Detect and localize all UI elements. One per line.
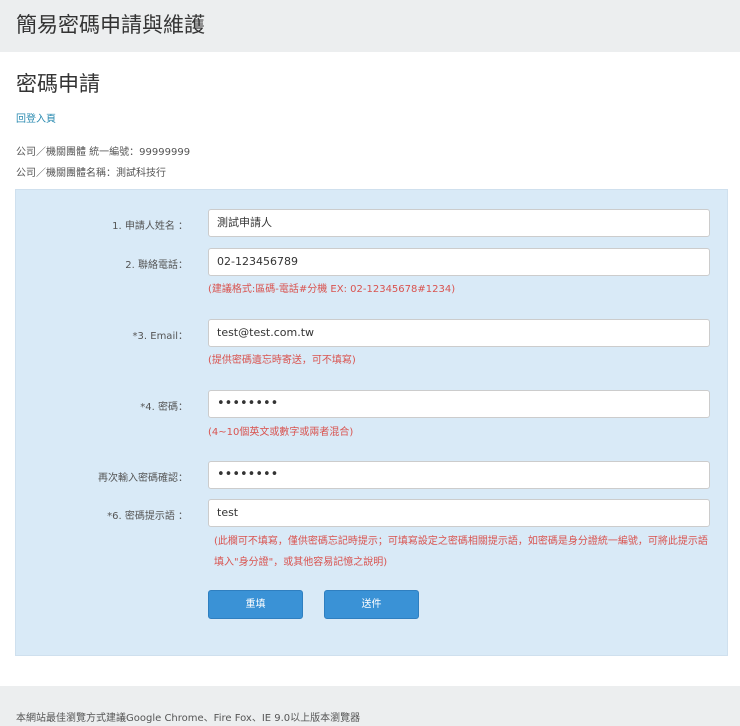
phone-label: 2. 聯絡電話：	[125, 260, 188, 271]
company-id: 公司／機關團體 統一編號：99999999	[16, 147, 191, 158]
password-hint-input[interactable]: test	[208, 499, 710, 527]
applicant-name-input[interactable]: 測試申請人	[208, 209, 710, 237]
password-input[interactable]: ••••••••	[208, 390, 710, 418]
confirm-password-label: 再次輸入密碼確認：	[98, 473, 188, 484]
password-label: *4. 密碼：	[140, 402, 188, 413]
site-title: 簡易密碼申請與維護	[16, 13, 205, 37]
site-header: 簡易密碼申請與維護	[0, 0, 740, 52]
browser-recommendation: 本網站最佳瀏覽方式建議Google Chrome、Fire Fox、IE 9.0…	[16, 713, 361, 724]
page-title: 密碼申請	[16, 72, 100, 96]
email-label: *3. Email：	[132, 331, 188, 342]
reset-button[interactable]: 重填	[208, 590, 303, 619]
applicant-name-label: 1. 申請人姓名 ：	[112, 221, 188, 232]
password-hint-note: (此欄可不填寫，僅供密碼忘記時提示；可填寫設定之密碼相關提示語，如密碼是身分證統…	[214, 536, 708, 568]
company-name: 公司／機關團體名稱：測試科技行	[16, 168, 166, 179]
submit-button[interactable]: 送件	[324, 590, 419, 619]
back-to-login-link[interactable]: 回登入頁	[16, 110, 56, 125]
email-input[interactable]: test@test.com.tw	[208, 319, 710, 347]
password-hint-label: *6. 密碼提示語 ：	[107, 511, 188, 522]
footer: 本網站最佳瀏覽方式建議Google Chrome、Fire Fox、IE 9.0…	[0, 686, 740, 726]
email-hint: (提供密碼遺忘時寄送，可不填寫)	[208, 355, 356, 366]
password-hint: (4~10個英文或數字或兩者混合)	[208, 427, 354, 438]
phone-input[interactable]: 02-123456789	[208, 248, 710, 276]
phone-hint: (建議格式:區碼-電話#分機 EX: 02-12345678#1234)	[208, 284, 456, 295]
confirm-password-input[interactable]: ••••••••	[208, 461, 710, 489]
